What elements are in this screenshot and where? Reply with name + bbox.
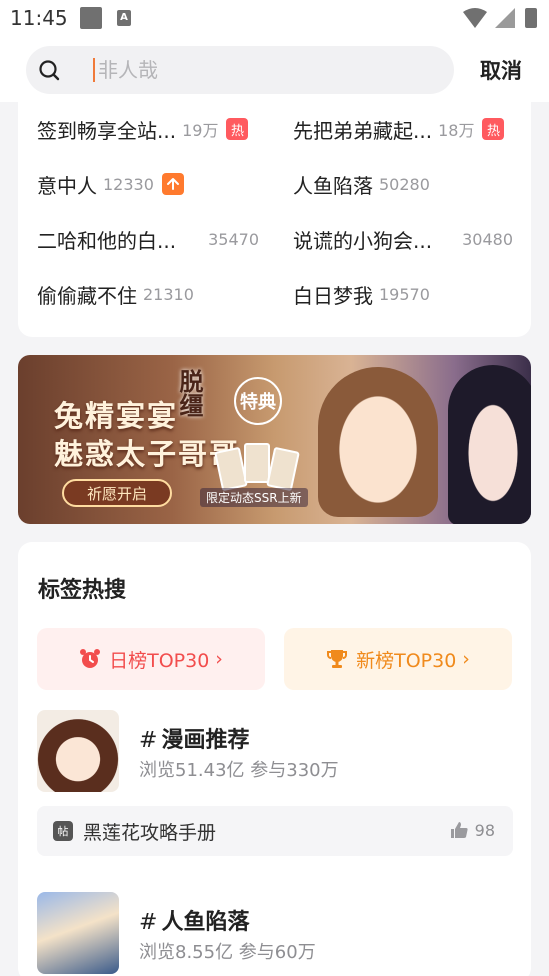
topic-thumbnail: [37, 710, 119, 792]
rank-title: 先把弟弟藏起...: [293, 118, 433, 143]
text-cursor: [93, 58, 95, 82]
new-top30-label: 新榜TOP30: [356, 649, 457, 672]
rank-item[interactable]: 偷偷藏不住 21310: [37, 279, 194, 309]
wifi-icon: [463, 8, 487, 28]
rank-count: 30480: [462, 229, 513, 249]
likes-count: 98: [474, 820, 495, 840]
notification-icon: [80, 7, 102, 29]
rank-count: 50280: [379, 174, 430, 194]
signal-icon: [495, 8, 515, 28]
rising-badge: [161, 173, 184, 195]
topic-name-text: 漫画推荐: [161, 728, 250, 753]
ssr-label: 限定动态SSR上新: [200, 488, 308, 507]
post-tag-icon: 帖: [53, 821, 73, 841]
search-bar: 取消: [0, 36, 549, 102]
search-icon: [39, 60, 60, 81]
rank-title: 意中人: [37, 173, 97, 198]
rank-item[interactable]: 二哈和他的白... 35470: [37, 224, 259, 254]
rank-title: 白日梦我: [293, 283, 373, 308]
thumbs-up-icon: [450, 822, 468, 838]
trophy-icon: [326, 648, 348, 670]
topic-name: # 漫画推荐: [139, 722, 249, 754]
search-input[interactable]: [98, 54, 438, 86]
rank-count: 35470: [208, 229, 259, 249]
daily-top30-label: 日榜TOP30: [109, 649, 210, 672]
alarm-clock-icon: [79, 648, 101, 670]
rank-count: 18万: [438, 121, 475, 140]
status-icons: [463, 8, 537, 28]
cancel-button[interactable]: 取消: [480, 55, 522, 85]
rank-count: 21310: [143, 284, 194, 304]
card-stack-image: [214, 443, 304, 492]
rank-count: 12330: [103, 174, 154, 194]
post-likes[interactable]: 98: [449, 820, 495, 840]
rank-title: 偷偷藏不住: [37, 283, 137, 308]
character-illustration: [448, 365, 531, 524]
rank-item[interactable]: 说谎的小狗会... 30480: [293, 224, 513, 254]
rank-count: 19万: [182, 121, 219, 140]
topic-meta: 浏览8.55亿 参与60万: [139, 942, 316, 963]
rank-item[interactable]: 白日梦我 19570: [293, 279, 430, 309]
chevron-right-icon: ›: [215, 648, 223, 670]
topic-item[interactable]: # 人鱼陷落 浏览8.55亿 参与60万: [37, 892, 513, 976]
chevron-right-icon: ›: [462, 648, 470, 670]
banner-subheadline: 魅惑太子哥哥: [54, 437, 241, 471]
font-notification-icon: A: [117, 10, 131, 26]
rank-item[interactable]: 意中人 12330: [37, 169, 184, 199]
rank-title: 说谎的小狗会...: [293, 228, 433, 253]
topic-meta: 浏览51.43亿 参与330万: [139, 760, 339, 781]
status-bar: 11:45 A: [0, 0, 549, 36]
arrow-up-icon: [166, 178, 179, 190]
banner-headline: 兔精宴宴: [54, 399, 179, 433]
rank-item[interactable]: 签到畅享全站... 19万 热: [37, 114, 249, 144]
hot-badge: 热: [226, 118, 249, 140]
hot-badge: 热: [482, 118, 505, 140]
rank-title: 签到畅享全站...: [37, 118, 177, 143]
topic-thumbnail: [37, 892, 119, 974]
hash-symbol: #: [139, 910, 158, 935]
promo-banner[interactable]: 脱缰 兔精宴宴 魅惑太子哥哥 特典 祈愿开启 限定动态SSR上新: [18, 355, 531, 524]
section-title: 标签热搜: [38, 578, 127, 603]
character-illustration: [318, 367, 438, 517]
topic-name-text: 人鱼陷落: [161, 910, 250, 935]
post-title: 黑莲花攻略手册: [83, 822, 217, 844]
topic-name: # 人鱼陷落: [139, 904, 249, 936]
featured-post[interactable]: 帖 黑莲花攻略手册 98: [37, 806, 513, 856]
rank-title: 人鱼陷落: [293, 173, 373, 198]
hot-search-ranking: 签到畅享全站... 19万 热 先把弟弟藏起... 18万 热 意中人 1233…: [18, 102, 531, 337]
rank-count: 19570: [379, 284, 430, 304]
rank-item[interactable]: 人鱼陷落 50280: [293, 169, 430, 199]
topic-item[interactable]: # 漫画推荐 浏览51.43亿 参与330万: [37, 710, 513, 794]
wish-button[interactable]: 祈愿开启: [62, 479, 172, 507]
hash-symbol: #: [139, 728, 158, 753]
search-box[interactable]: [26, 46, 454, 94]
daily-top30-button[interactable]: 日榜TOP30 ›: [37, 628, 265, 690]
battery-icon: [525, 8, 537, 28]
rank-item[interactable]: 先把弟弟藏起... 18万 热: [293, 114, 505, 144]
rank-title: 二哈和他的白...: [37, 228, 177, 253]
new-top30-button[interactable]: 新榜TOP30 ›: [284, 628, 512, 690]
status-time: 11:45: [10, 6, 68, 30]
special-edition-badge: 特典: [234, 377, 282, 425]
tag-hot-search-section: 标签热搜 日榜TOP30 › 新榜TOP30 › # 漫画推荐 浏览51.43亿…: [18, 542, 531, 976]
